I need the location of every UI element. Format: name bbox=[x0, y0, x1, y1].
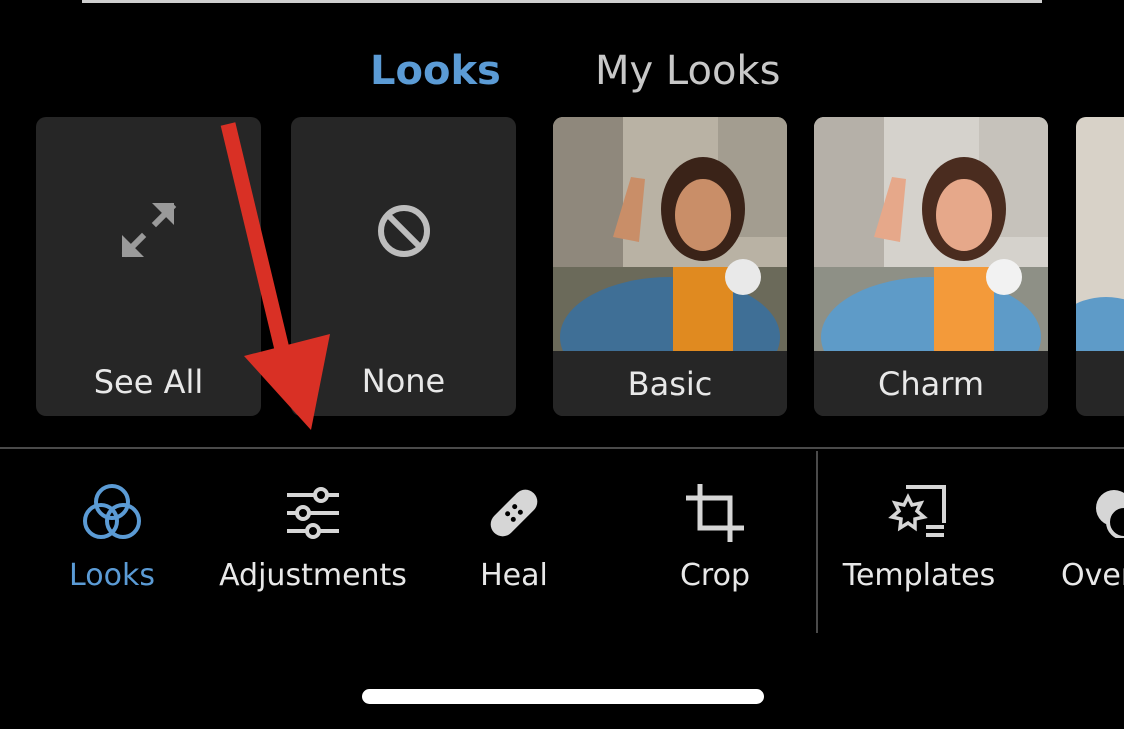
templates-icon bbox=[819, 482, 1019, 544]
preset-charm[interactable]: Charm bbox=[814, 117, 1048, 416]
tool-heal[interactable]: Heal bbox=[414, 482, 614, 593]
sliders-icon bbox=[213, 482, 413, 544]
preset-none[interactable]: None bbox=[291, 117, 516, 416]
toolbar-divider bbox=[0, 447, 1124, 449]
preset-label: Charm bbox=[814, 351, 1048, 416]
tool-looks[interactable]: Looks bbox=[12, 482, 212, 593]
tool-label: Templates bbox=[842, 558, 996, 593]
looks-circles-icon bbox=[12, 482, 212, 544]
editor-screen: Looks My Looks See All None Basic Charm … bbox=[0, 0, 1124, 729]
preset-next-partial[interactable] bbox=[1076, 117, 1124, 416]
preset-basic[interactable]: Basic bbox=[553, 117, 787, 416]
overlay-icon bbox=[1020, 482, 1124, 544]
tool-adjustments[interactable]: Adjustments bbox=[213, 482, 413, 593]
tool-templates[interactable]: Templates bbox=[819, 482, 1019, 593]
preset-thumbnail bbox=[814, 117, 1048, 351]
no-symbol-icon bbox=[376, 203, 432, 263]
image-preview-edge bbox=[82, 0, 1042, 3]
crop-icon bbox=[615, 482, 815, 544]
preset-see-all[interactable]: See All bbox=[36, 117, 261, 416]
preset-thumbnail bbox=[553, 117, 787, 351]
tool-label: Over bbox=[1061, 558, 1124, 593]
expand-arrows-icon bbox=[114, 195, 184, 269]
tool-label: Adjustments bbox=[219, 558, 407, 593]
bandage-icon bbox=[414, 482, 614, 544]
preset-label: None bbox=[361, 362, 446, 400]
tab-looks[interactable]: Looks bbox=[370, 47, 501, 95]
tool-crop[interactable]: Crop bbox=[615, 482, 815, 593]
tab-my-looks[interactable]: My Looks bbox=[595, 47, 780, 95]
preset-label: See All bbox=[93, 363, 204, 401]
home-indicator[interactable] bbox=[362, 689, 764, 704]
toolbar-vertical-divider bbox=[816, 451, 818, 633]
preset-thumbnail bbox=[1076, 117, 1124, 351]
tool-label: Heal bbox=[480, 558, 548, 593]
tool-label: Crop bbox=[679, 558, 751, 593]
tool-label: Looks bbox=[69, 558, 155, 593]
preset-label: Basic bbox=[553, 351, 787, 416]
tool-overlays[interactable]: Over bbox=[1020, 482, 1124, 593]
